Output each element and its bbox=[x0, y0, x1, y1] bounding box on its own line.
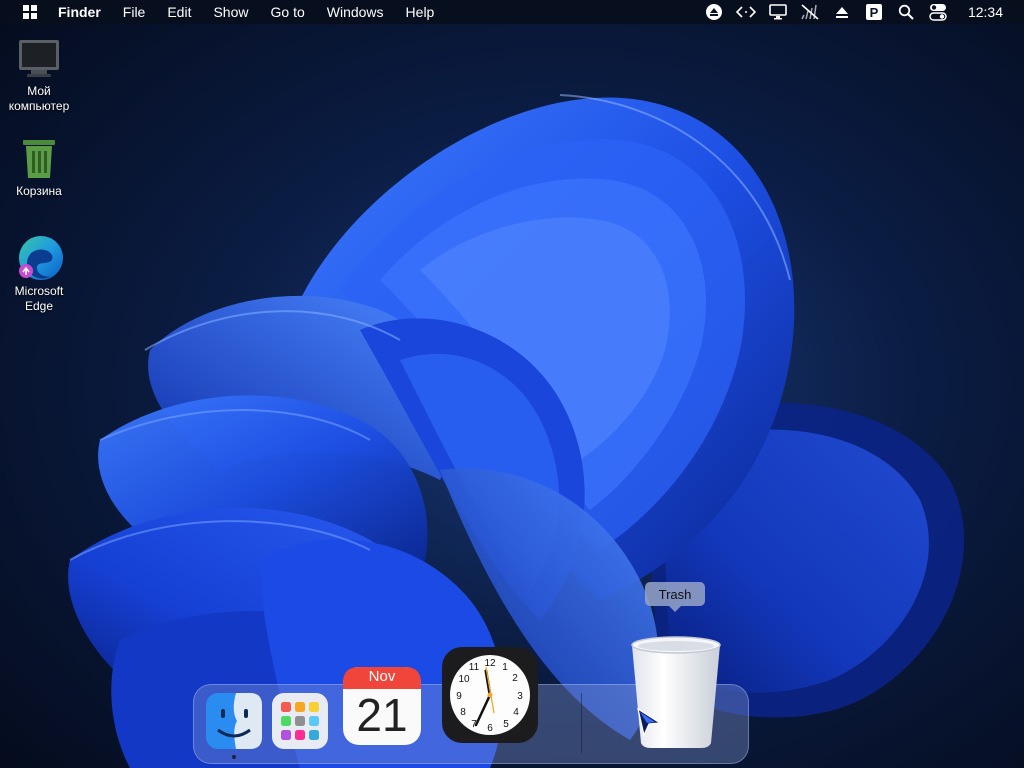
dock-separator bbox=[581, 693, 582, 753]
code-brackets-icon[interactable] bbox=[735, 1, 757, 23]
menu-file[interactable]: File bbox=[112, 4, 157, 20]
control-center-icon[interactable] bbox=[927, 1, 949, 23]
svg-text:4: 4 bbox=[513, 707, 519, 718]
svg-text:1: 1 bbox=[502, 662, 508, 673]
eject-icon[interactable] bbox=[703, 1, 725, 23]
menu-app-name[interactable]: Finder bbox=[52, 4, 112, 20]
mouse-cursor-icon bbox=[637, 707, 662, 737]
svg-text:2: 2 bbox=[512, 673, 518, 684]
dock-finder[interactable] bbox=[206, 693, 262, 754]
svg-text:9: 9 bbox=[456, 691, 462, 702]
svg-text:6: 6 bbox=[487, 723, 493, 734]
desktop-icon-recycle-bin[interactable]: Корзина bbox=[1, 134, 77, 199]
monitor-icon bbox=[15, 34, 63, 82]
svg-text:P: P bbox=[870, 5, 879, 20]
edge-browser-icon bbox=[15, 234, 63, 282]
search-icon[interactable] bbox=[895, 1, 917, 23]
dock-tooltip: Trash bbox=[645, 582, 705, 612]
svg-text:5: 5 bbox=[503, 719, 509, 730]
dock-clock[interactable]: 12 1 2 345 678 9 10 11 bbox=[442, 647, 538, 748]
desktop-icon-label: Microsoft Edge bbox=[14, 284, 64, 313]
calendar-day: 21 bbox=[356, 689, 408, 741]
menu-edit[interactable]: Edit bbox=[156, 4, 202, 20]
status-area: P 12:34 bbox=[698, 0, 1024, 24]
dock-calendar[interactable]: Nov 21 bbox=[343, 667, 421, 745]
dock: Nov 21 12 1 2 345 678 9 10 11 bbox=[193, 636, 749, 764]
finder-icon bbox=[206, 693, 262, 749]
running-indicator bbox=[232, 755, 236, 759]
desktop-icon-microsoft-edge[interactable]: Microsoft Edge bbox=[1, 234, 77, 314]
parking-p-icon[interactable]: P bbox=[863, 1, 885, 23]
svg-text:11: 11 bbox=[469, 662, 480, 673]
windows-logo-icon[interactable] bbox=[20, 2, 40, 22]
clock-icon: 12 12 345 678 91011 bbox=[442, 647, 538, 743]
desktop-icon-label: Мой компьютер bbox=[8, 84, 70, 113]
menu-show[interactable]: Show bbox=[202, 4, 259, 20]
launchpad-icon bbox=[272, 693, 328, 749]
menu-windows[interactable]: Windows bbox=[316, 4, 395, 20]
svg-text:3: 3 bbox=[517, 691, 523, 702]
menu-bar: Finder File Edit Show Go to Windows Help… bbox=[0, 0, 1024, 24]
desktop-icon-my-computer[interactable]: Мой компьютер bbox=[1, 34, 77, 114]
recycle-bin-icon bbox=[15, 134, 63, 182]
network-off-icon[interactable] bbox=[799, 1, 821, 23]
menu-go-to[interactable]: Go to bbox=[260, 4, 316, 20]
menu-clock[interactable]: 12:34 bbox=[968, 4, 1003, 20]
menu-help[interactable]: Help bbox=[395, 4, 446, 20]
svg-text:8: 8 bbox=[460, 707, 466, 718]
calendar-month: Nov bbox=[368, 668, 396, 685]
svg-text:10: 10 bbox=[458, 674, 470, 685]
display-icon[interactable] bbox=[767, 1, 789, 23]
desktop-icon-label: Корзина bbox=[16, 184, 62, 198]
upload-icon[interactable] bbox=[831, 1, 853, 23]
dock-launchpad[interactable] bbox=[272, 693, 328, 754]
